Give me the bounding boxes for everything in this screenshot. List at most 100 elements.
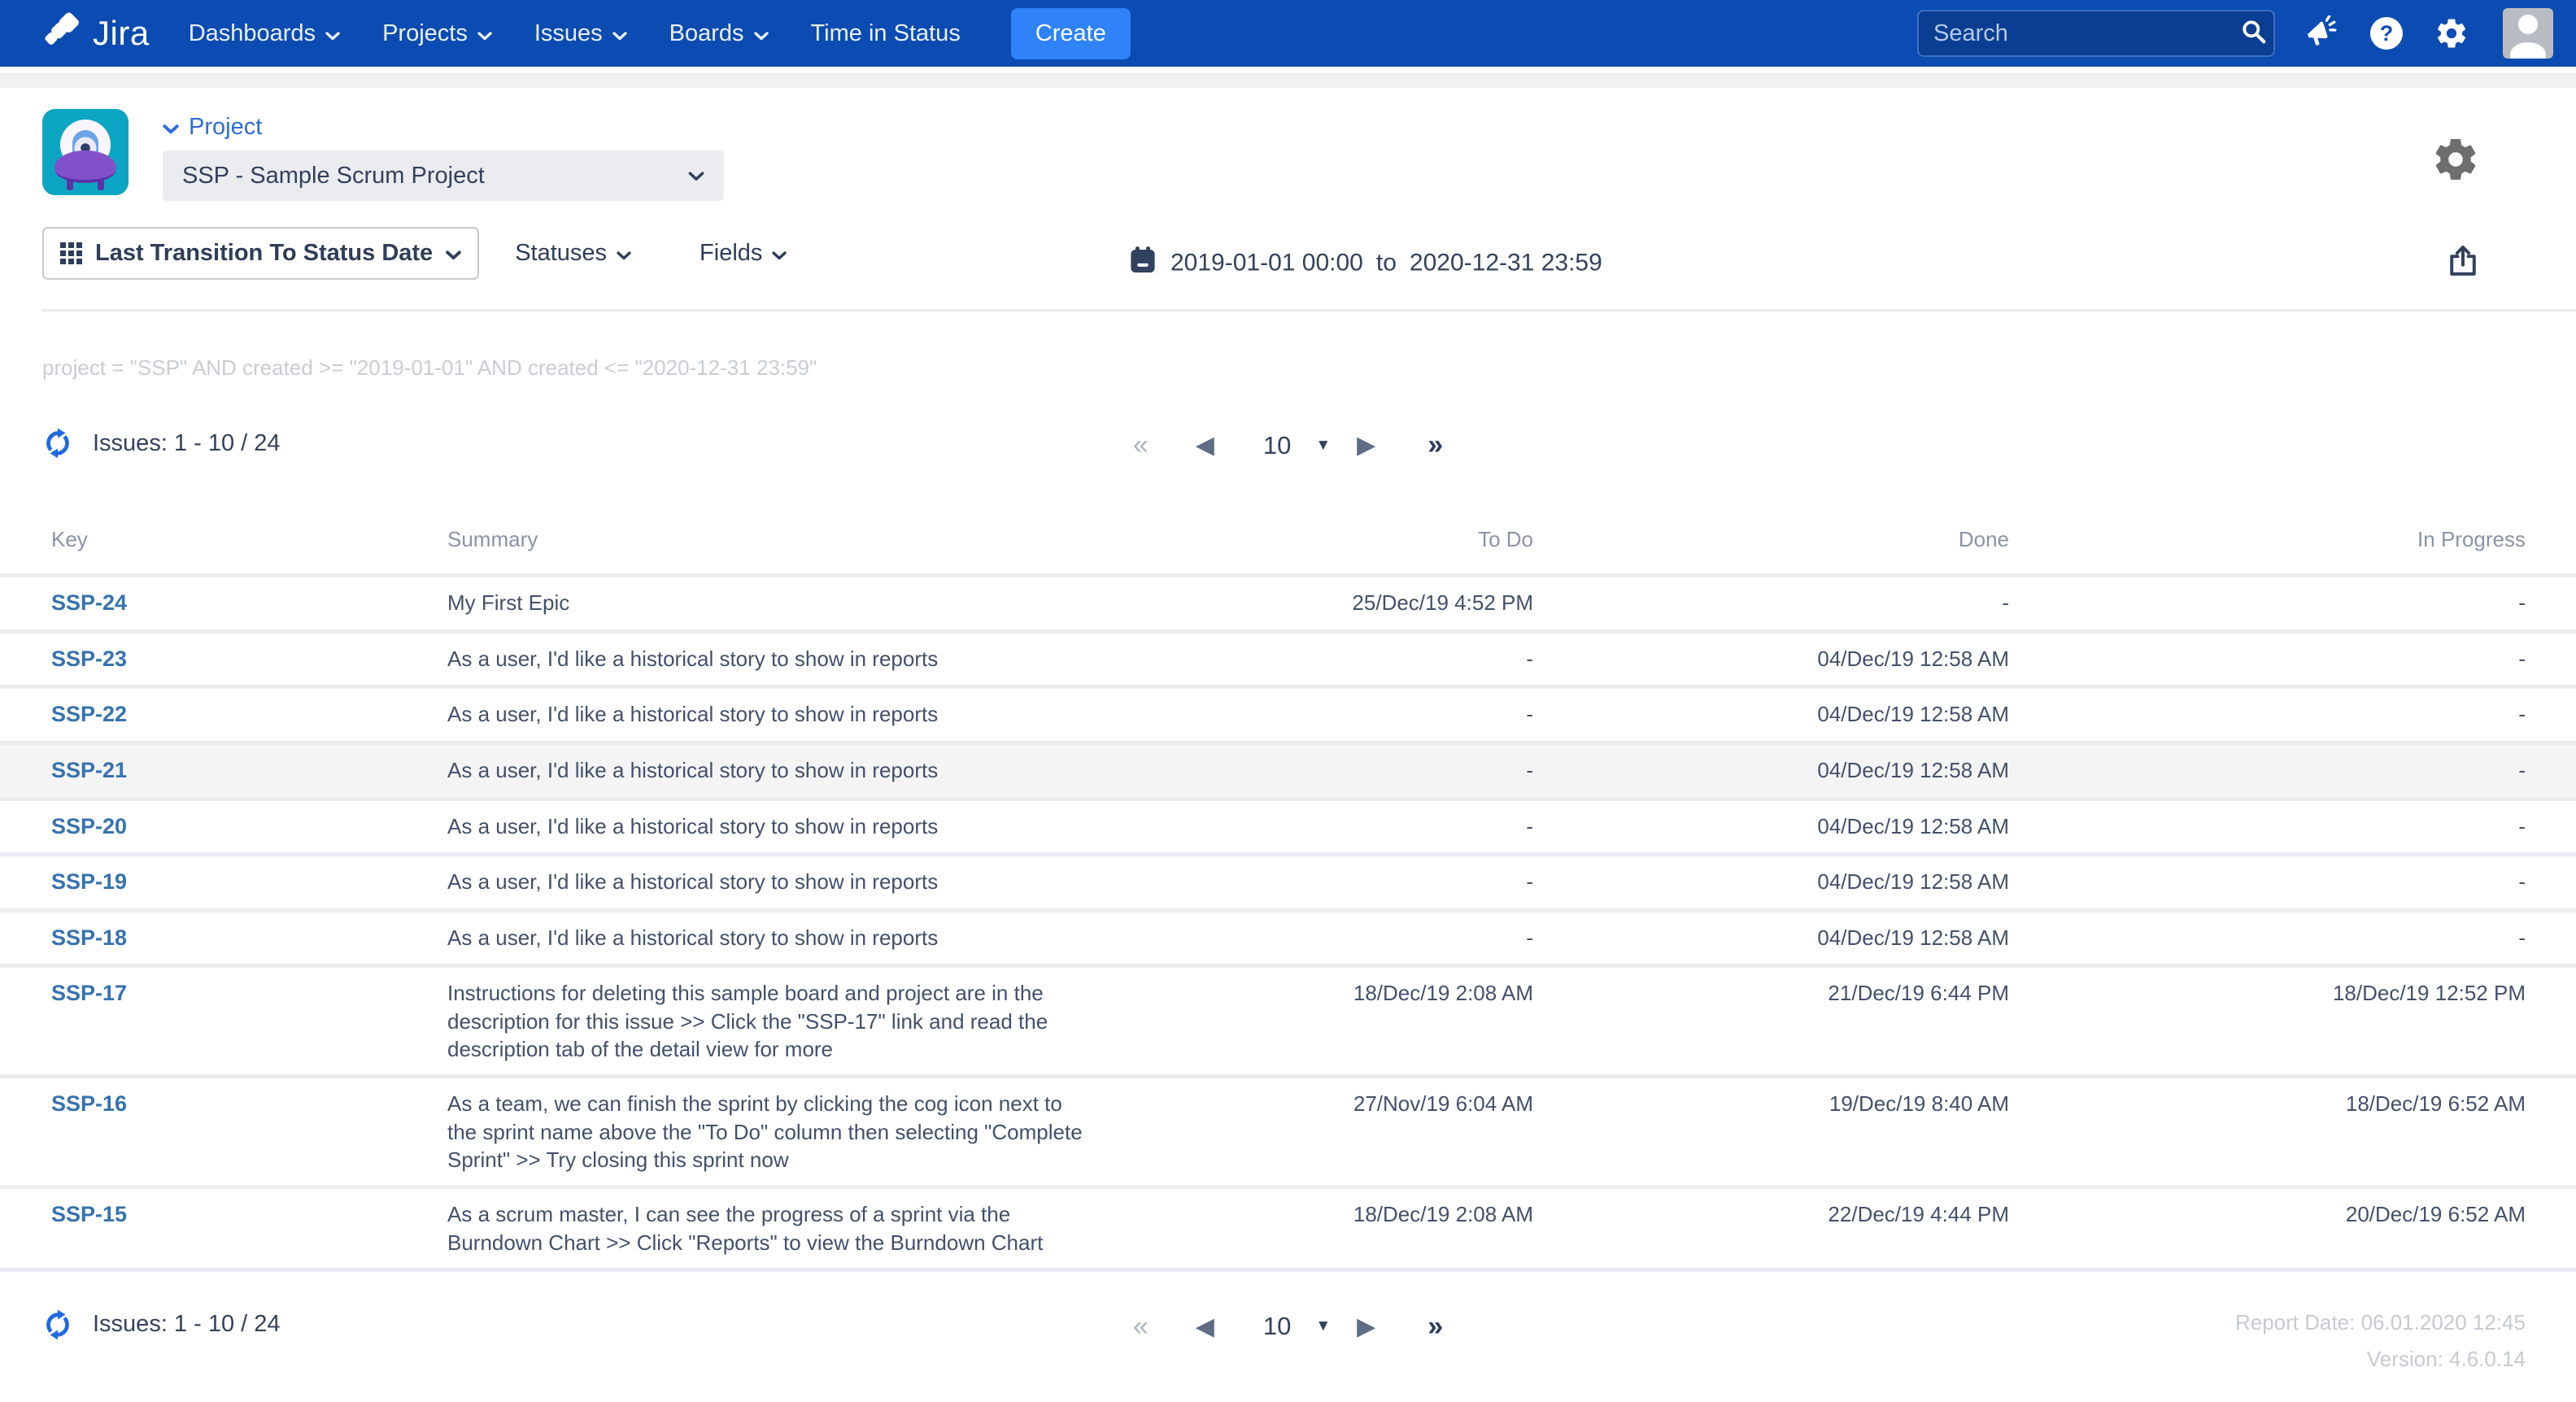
search-input[interactable]	[1933, 20, 2240, 47]
date-to: 2020-12-31 23:59	[1410, 249, 1602, 276]
issue-done-date-cell: 04/Dec/19 12:58 AM	[1533, 855, 2009, 911]
date-from: 2019-01-01 00:00	[1170, 249, 1363, 276]
user-avatar[interactable]	[2503, 8, 2553, 59]
statuses-dropdown[interactable]: Statuses	[515, 240, 631, 267]
caret-down-icon: ▼	[1315, 1317, 1331, 1335]
table-row: SSP-23As a user, I'd like a historical s…	[0, 631, 2576, 687]
issue-key-cell: SSP-21	[0, 742, 447, 799]
issues-count-label: Issues: 1 - 10 / 24	[93, 1311, 281, 1338]
chevron-down-icon	[754, 20, 769, 47]
selected-project-name: SSP - Sample Scrum Project	[182, 163, 485, 189]
issue-key-link[interactable]: SSP-15	[51, 1202, 127, 1226]
issue-todo-date-cell: 27/Nov/19 6:04 AM	[1090, 1077, 1533, 1187]
jql-query-text: project = "SSP" AND created >= "2019-01-…	[42, 355, 2576, 381]
issue-key-link[interactable]: SSP-16	[51, 1091, 127, 1116]
issue-key-link[interactable]: SSP-23	[51, 647, 127, 671]
next-page-button[interactable]: ▶	[1357, 431, 1375, 459]
page-size-select[interactable]: 10 ▼	[1263, 1312, 1331, 1341]
issue-done-date-cell: 04/Dec/19 12:58 AM	[1533, 687, 2009, 743]
issue-todo-date-cell: 25/Dec/19 4:52 PM	[1090, 576, 1533, 632]
page-size-value: 10	[1263, 1312, 1291, 1341]
report-meta: Report Date: 06.01.2020 12:45 Version: 4…	[2235, 1304, 2526, 1378]
first-page-button[interactable]: «	[1133, 1311, 1149, 1343]
search-box[interactable]	[1917, 10, 2275, 57]
date-range-picker[interactable]: 2019-01-01 00:00 to 2020-12-31 23:59	[1128, 245, 1602, 281]
admin-gear-icon[interactable]	[2433, 15, 2470, 52]
nav-item-boards[interactable]: Boards	[669, 20, 769, 47]
issue-todo-date-cell: -	[1090, 910, 1533, 966]
footer: Issues: 1 - 10 / 24 « ◀ 10 ▼ ▶ » Report …	[0, 1304, 2576, 1402]
issue-key-link[interactable]: SSP-21	[51, 758, 127, 782]
table-row: SSP-17Instructions for deleting this sam…	[0, 966, 2576, 1077]
issue-key-link[interactable]: SSP-24	[51, 590, 127, 615]
issue-key-link[interactable]: SSP-19	[51, 869, 127, 894]
announcements-megaphone-icon[interactable]	[2303, 15, 2340, 52]
issue-in-progress-date-cell: -	[2009, 576, 2576, 632]
fields-dropdown[interactable]: Fields	[700, 240, 787, 267]
issue-summary-text: As a user, I'd like a historical story t…	[447, 924, 1090, 951]
create-button[interactable]: Create	[1011, 8, 1131, 59]
settings-gear-icon[interactable]	[2431, 135, 2480, 188]
refresh-icon[interactable]	[42, 1309, 73, 1340]
issue-key-cell: SSP-16	[0, 1077, 447, 1187]
pagination-bottom: « ◀ 10 ▼ ▶ »	[1133, 1311, 1443, 1343]
next-page-button[interactable]: ▶	[1357, 1313, 1375, 1341]
issue-todo-date-cell: -	[1090, 855, 1533, 911]
issue-in-progress-date-cell: 18/Dec/19 12:52 PM	[2009, 966, 2576, 1077]
previous-page-button[interactable]: ◀	[1196, 1313, 1214, 1341]
chevron-down-icon	[617, 240, 631, 267]
nav-item-projects[interactable]: Projects	[382, 20, 492, 47]
issue-summary-cell: As a user, I'd like a historical story t…	[447, 910, 1090, 966]
issue-key-link[interactable]: SSP-20	[51, 814, 127, 838]
avatar-head-shape	[2518, 15, 2538, 34]
statuses-label: Statuses	[515, 240, 607, 267]
nav-item-label: Time in Status	[811, 20, 961, 47]
issue-in-progress-date-cell: -	[2009, 855, 2576, 911]
jira-brand[interactable]: Jira	[42, 12, 150, 55]
export-icon[interactable]	[2446, 243, 2480, 281]
issue-todo-date-cell: -	[1090, 687, 1533, 743]
chevron-down-icon	[612, 20, 627, 47]
page-size-select[interactable]: 10 ▼	[1263, 431, 1331, 460]
chevron-down-icon	[688, 165, 704, 186]
previous-page-button[interactable]: ◀	[1196, 431, 1214, 459]
search-icon[interactable]	[2240, 18, 2268, 50]
nav-item-label: Issues	[534, 20, 603, 47]
nav-item-time-in-status[interactable]: Time in Status	[811, 20, 961, 47]
project-meta: Project SSP - Sample Scrum Project	[163, 109, 724, 201]
last-page-button[interactable]: »	[1427, 1311, 1443, 1343]
first-page-button[interactable]: «	[1133, 429, 1149, 461]
issue-key-link[interactable]: SSP-18	[51, 925, 127, 950]
table-row: SSP-19 As a user, I'd like a historical s…	[0, 855, 2576, 911]
page-divider-strip	[0, 73, 2576, 88]
project-avatar	[42, 109, 129, 195]
jira-logo-icon	[42, 12, 81, 55]
issue-done-date-cell: 22/Dec/19 4:44 PM	[1533, 1187, 2009, 1268]
issues-table: Key Summary To Do Done In Progress SSP-2…	[0, 519, 2576, 1268]
refresh-icon[interactable]	[42, 428, 73, 459]
issue-key-link[interactable]: SSP-22	[51, 702, 127, 726]
issue-summary-text: As a user, I'd like a historical story t…	[447, 868, 1090, 895]
issue-done-date-cell: 21/Dec/19 6:44 PM	[1533, 966, 2009, 1077]
issue-in-progress-date-cell: -	[2009, 910, 2576, 966]
fields-label: Fields	[700, 240, 762, 267]
report-date: Report Date: 06.01.2020 12:45	[2235, 1304, 2526, 1342]
issue-summary-text: As a user, I'd like a historical story t…	[447, 756, 1090, 784]
issue-done-date-cell: 04/Dec/19 12:58 AM	[1533, 799, 2009, 855]
issue-in-progress-date-cell: 18/Dec/19 6:52 AM	[2009, 1077, 2576, 1187]
issue-todo-date-cell: 18/Dec/19 2:08 AM	[1090, 966, 1533, 1077]
last-page-button[interactable]: »	[1427, 429, 1443, 461]
nav-item-issues[interactable]: Issues	[534, 20, 627, 47]
issue-summary-text: As a user, I'd like a historical story t…	[447, 700, 1090, 728]
project-label[interactable]: Project	[163, 114, 724, 141]
column-header-key: Key	[0, 519, 447, 576]
issue-summary-text: As a user, I'd like a historical story t…	[447, 812, 1090, 840]
nav-item-dashboards[interactable]: Dashboards	[189, 20, 340, 47]
project-select[interactable]: SSP - Sample Scrum Project	[163, 150, 724, 201]
issue-key-link[interactable]: SSP-17	[51, 981, 127, 1005]
help-icon[interactable]: ?	[2368, 15, 2405, 52]
issue-todo-date-cell: -	[1090, 742, 1533, 799]
report-type-label: Last Transition To Status Date	[95, 240, 433, 267]
date-separator: to	[1376, 249, 1397, 276]
report-type-button[interactable]: Last Transition To Status Date	[42, 227, 479, 280]
